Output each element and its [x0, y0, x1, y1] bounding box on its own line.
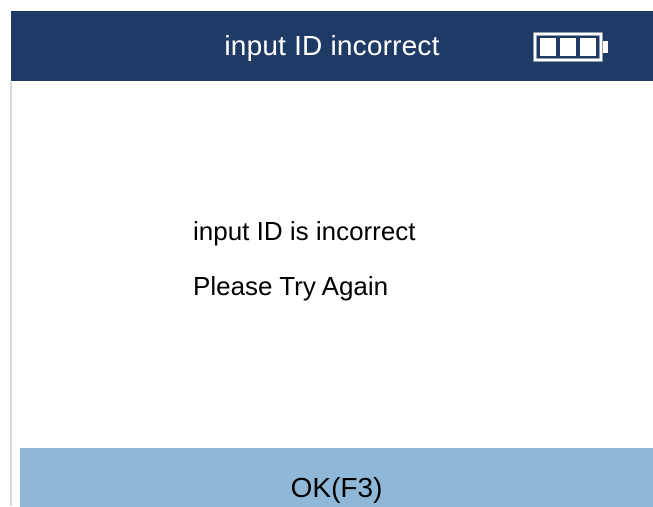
error-message: input ID is incorrect — [193, 216, 416, 246]
device-screen: input ID incorrect input ID is incorrect… — [0, 0, 653, 507]
ok-button[interactable]: OK(F3) — [20, 448, 653, 507]
retry-message: Please Try Again — [193, 271, 389, 301]
battery-full-icon — [533, 32, 611, 62]
ok-button-label: OK(F3) — [290, 472, 383, 503]
message-area: input ID is incorrect Please Try Again — [0, 82, 653, 447]
title-bar: input ID incorrect — [11, 11, 653, 81]
